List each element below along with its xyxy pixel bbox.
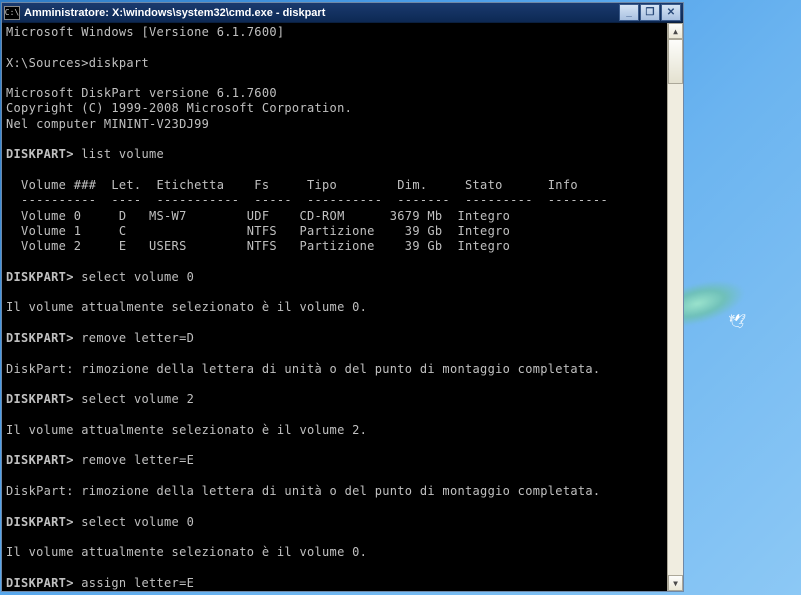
- scroll-thumb[interactable]: [668, 39, 683, 84]
- window-title: Amministratore: X:\windows\system32\cmd.…: [24, 7, 619, 19]
- computer-line: Nel computer MININT-V23DJ99: [6, 117, 209, 131]
- cmd-list-volume: list volume: [81, 147, 164, 161]
- scroll-up-button[interactable]: ▲: [668, 23, 683, 39]
- close-button[interactable]: ✕: [661, 4, 681, 21]
- diskpart-prompt: DISKPART>: [6, 515, 74, 529]
- diskpart-version: Microsoft DiskPart versione 6.1.7600: [6, 86, 277, 100]
- diskpart-prompt: DISKPART>: [6, 576, 74, 590]
- cmd-window: C:\ Amministratore: X:\windows\system32\…: [1, 2, 684, 592]
- copyright-line: Copyright (C) 1999-2008 Microsoft Corpor…: [6, 101, 352, 115]
- cmd-select-vol2: select volume 2: [81, 392, 194, 406]
- msg-remove-complete: DiskPart: rimozione della lettera di uni…: [6, 484, 600, 498]
- diskpart-prompt: DISKPART>: [6, 147, 74, 161]
- terminal-output[interactable]: Microsoft Windows [Versione 6.1.7600] X:…: [2, 23, 683, 591]
- table-row: Volume 0 D MS-W7 UDF CD-ROM 3679 Mb Inte…: [6, 209, 510, 223]
- os-version: Microsoft Windows [Versione 6.1.7600]: [6, 25, 284, 39]
- diskpart-prompt: DISKPART>: [6, 331, 74, 345]
- table-row: Volume 1 C NTFS Partizione 39 Gb Integro: [6, 224, 510, 238]
- table-header: Volume ### Let. Etichetta Fs Tipo Dim. S…: [6, 178, 578, 192]
- msg-remove-complete: DiskPart: rimozione della lettera di uni…: [6, 362, 600, 376]
- diskpart-prompt: DISKPART>: [6, 392, 74, 406]
- maximize-button[interactable]: ❐: [640, 4, 660, 21]
- cmd-remove-e: remove letter=E: [81, 453, 194, 467]
- scroll-track[interactable]: [668, 39, 683, 575]
- typed-command: diskpart: [89, 56, 149, 70]
- diskpart-prompt: DISKPART>: [6, 270, 74, 284]
- prompt-path: X:\Sources>: [6, 56, 89, 70]
- wallpaper-bird: 🕊: [728, 314, 746, 330]
- cmd-select-vol0: select volume 0: [81, 270, 194, 284]
- minimize-button[interactable]: _: [619, 4, 639, 21]
- msg-selected-vol2: Il volume attualmente selezionato è il v…: [6, 423, 367, 437]
- scroll-down-button[interactable]: ▼: [668, 575, 683, 591]
- diskpart-prompt: DISKPART>: [6, 453, 74, 467]
- msg-selected-vol0: Il volume attualmente selezionato è il v…: [6, 545, 367, 559]
- titlebar[interactable]: C:\ Amministratore: X:\windows\system32\…: [2, 3, 683, 23]
- msg-selected-vol0: Il volume attualmente selezionato è il v…: [6, 300, 367, 314]
- cmd-assign-e: assign letter=E: [81, 576, 194, 590]
- cmd-select-vol0: select volume 0: [81, 515, 194, 529]
- table-row: Volume 2 E USERS NTFS Partizione 39 Gb I…: [6, 239, 510, 253]
- window-controls: _ ❐ ✕: [619, 4, 681, 21]
- cmd-icon: C:\: [4, 6, 20, 20]
- vertical-scrollbar[interactable]: ▲ ▼: [667, 23, 683, 591]
- table-separator: ---------- ---- ----------- ----- ------…: [6, 193, 608, 207]
- cmd-remove-d: remove letter=D: [81, 331, 194, 345]
